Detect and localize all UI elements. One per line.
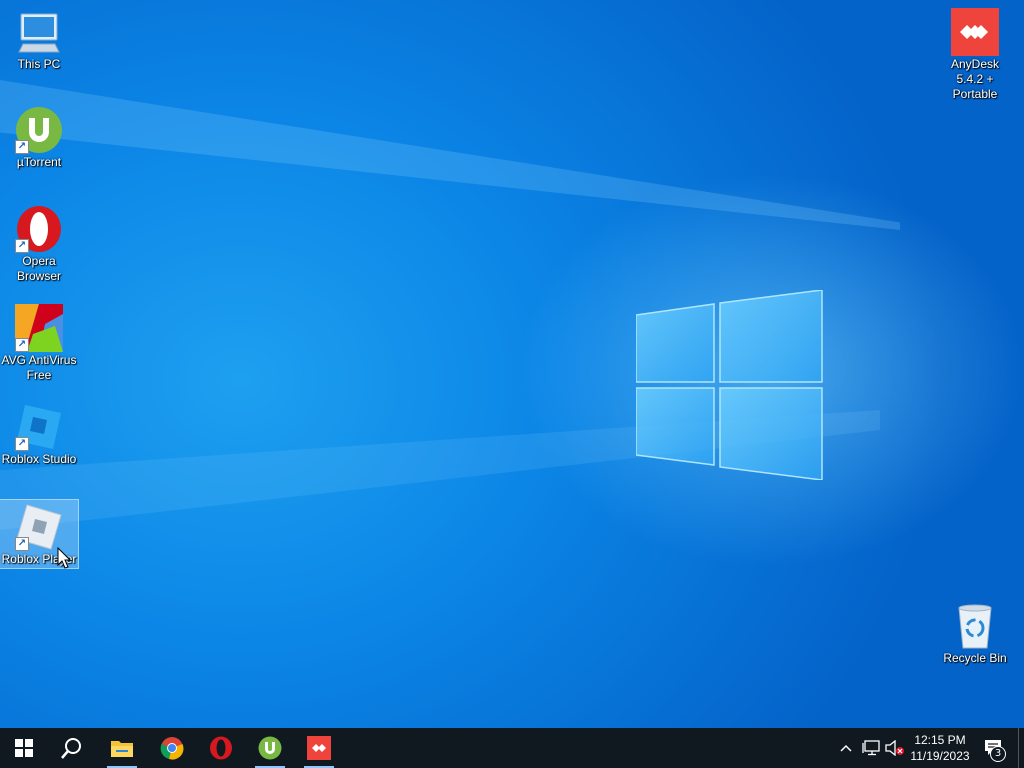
this-pc-icon	[15, 8, 63, 56]
search-icon	[61, 738, 81, 759]
desktop-icon-label: AnyDesk 5.4.2 + Portable	[950, 57, 1000, 101]
start-button[interactable]	[0, 728, 48, 768]
taskbar-file-explorer[interactable]	[98, 728, 146, 768]
recycle-bin-icon	[951, 602, 999, 650]
taskbar-clock[interactable]: 12:15 PM 11/19/2023	[904, 730, 976, 766]
taskbar-anydesk[interactable]	[295, 728, 343, 768]
utorrent-icon: ↗	[15, 106, 63, 154]
volume-muted-icon	[885, 740, 904, 756]
shortcut-arrow-icon: ↗	[15, 537, 29, 551]
shortcut-arrow-icon: ↗	[15, 338, 29, 352]
desktop-icon-utorrent[interactable]: ↗ µTorrent	[0, 106, 78, 170]
taskbar-utorrent[interactable]	[246, 728, 294, 768]
show-desktop-button[interactable]	[1018, 728, 1024, 768]
action-center-button[interactable]: 3	[980, 728, 1008, 768]
mouse-cursor-icon	[57, 547, 71, 569]
desktop-icon-label: Recycle Bin	[943, 651, 1007, 665]
utorrent-icon	[258, 736, 282, 760]
desktop-icon-label: AVG AntiVirus Free	[1, 353, 77, 382]
network-status[interactable]	[860, 728, 882, 768]
notifications-count-badge: 3	[990, 746, 1006, 762]
avg-icon: ↗	[15, 304, 63, 352]
desktop-icon-label: This PC	[17, 57, 61, 71]
chrome-icon	[160, 737, 184, 760]
chevron-up-icon	[840, 744, 852, 752]
windows-logo-wallpaper	[636, 290, 823, 480]
roblox-player-icon: ↗	[15, 503, 63, 551]
taskbar-opera[interactable]	[197, 728, 245, 768]
wallpaper-light-beam	[0, 80, 900, 230]
opera-icon: ↗	[15, 205, 63, 253]
desktop[interactable]: This PC ↗ µTorrent ↗ Opera Browser ↗ AVG…	[0, 0, 1024, 728]
taskbar-chrome[interactable]	[148, 728, 196, 768]
search-button[interactable]	[48, 728, 96, 768]
desktop-icon-recycle-bin[interactable]: Recycle Bin	[936, 602, 1014, 666]
start-icon	[15, 739, 33, 757]
taskbar: 12:15 PM 11/19/2023 3	[0, 728, 1024, 768]
shortcut-arrow-icon: ↗	[15, 437, 29, 451]
file-explorer-icon	[111, 741, 133, 757]
shortcut-arrow-icon: ↗	[15, 239, 29, 253]
desktop-icon-roblox-studio[interactable]: ↗ Roblox Studio	[0, 403, 78, 467]
desktop-icon-label: Opera Browser	[16, 254, 61, 283]
desktop-icon-opera[interactable]: ↗ Opera Browser	[0, 205, 78, 284]
opera-icon	[210, 736, 232, 760]
desktop-icon-label: µTorrent	[16, 155, 62, 169]
desktop-icon-this-pc[interactable]: This PC	[0, 8, 78, 72]
desktop-icon-avg[interactable]: ↗ AVG AntiVirus Free	[0, 304, 78, 383]
shortcut-arrow-icon: ↗	[15, 140, 29, 154]
desktop-icon-anydesk[interactable]: AnyDesk 5.4.2 + Portable	[936, 8, 1014, 102]
roblox-studio-icon: ↗	[15, 403, 63, 451]
show-hidden-icons-button[interactable]	[836, 728, 856, 768]
desktop-icon-label: Roblox Studio	[1, 452, 77, 466]
anydesk-icon	[307, 736, 331, 760]
volume-status[interactable]	[884, 728, 906, 768]
clock-time: 12:15 PM	[914, 733, 966, 747]
clock-date: 11/19/2023	[910, 749, 970, 763]
network-icon	[862, 740, 880, 756]
anydesk-icon	[951, 8, 999, 56]
